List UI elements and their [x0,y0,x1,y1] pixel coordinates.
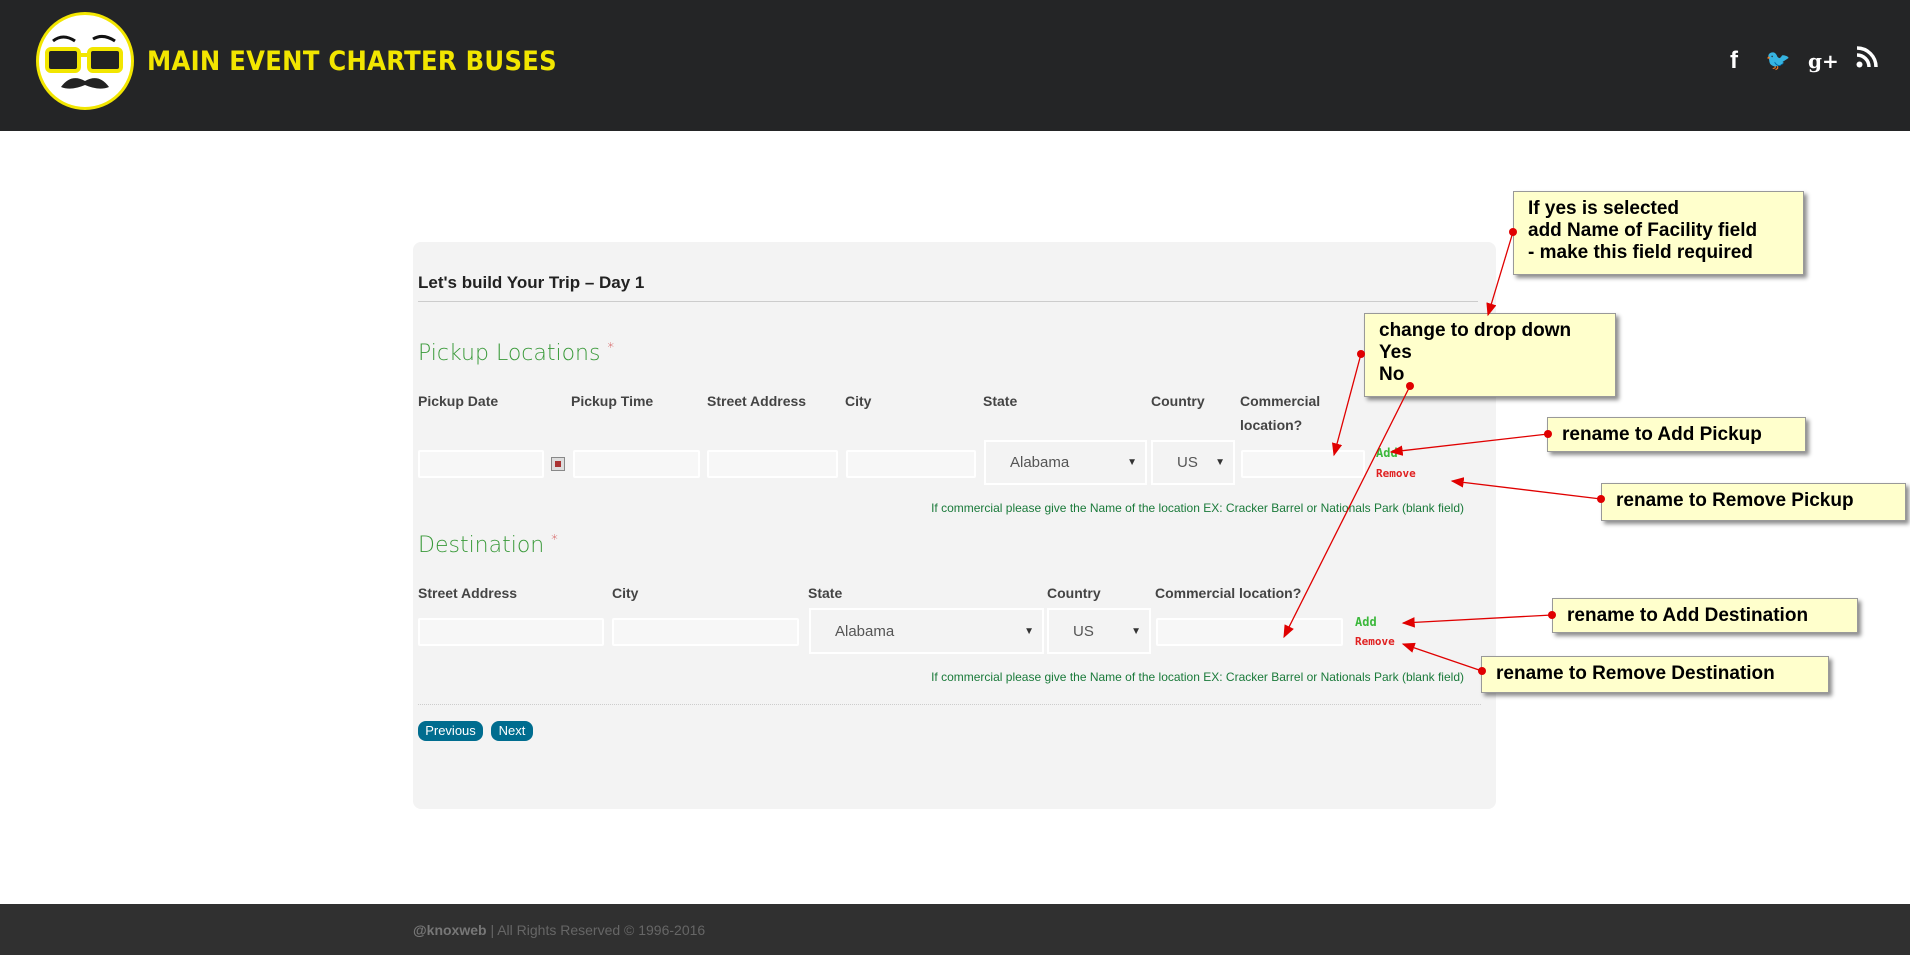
dest-country-select[interactable]: US ▼ [1047,608,1151,654]
chevron-down-icon: ▼ [1127,457,1137,468]
label-dest-city: City [612,585,639,601]
previous-button[interactable]: Previous [418,721,483,741]
calendar-icon[interactable] [551,457,565,471]
annotation-line: No [1379,364,1405,385]
pickup-country-select[interactable]: US ▼ [1151,440,1235,485]
pickup-time-input[interactable] [573,450,700,478]
remove-destination-link[interactable]: Remove [1355,635,1395,648]
chevron-down-icon: ▼ [1131,625,1141,637]
footer-brand-link[interactable]: @knoxweb [413,922,487,938]
pickup-city-input[interactable] [846,450,976,478]
annotation-line: add Name of Facility field [1528,220,1758,241]
facebook-icon[interactable]: f [1719,46,1749,76]
dest-street-input[interactable] [418,618,604,646]
annotation-line: - make this field required [1528,242,1753,263]
remove-pickup-link[interactable]: Remove [1376,467,1416,480]
dest-commercial-hint: If commercial please give the Name of th… [931,670,1464,684]
label-city: City [845,393,872,409]
pickup-country-value: US [1177,454,1198,471]
form-title: Let's build Your Trip – Day 1 [418,273,645,292]
annotation-dropdown: change to drop down Yes No [1364,313,1616,397]
add-pickup-link[interactable]: Add [1376,446,1398,460]
footer-copyright: @knoxweb | All Rights Reserved © 1996-20… [413,922,705,938]
pickup-commercial-hint: If commercial please give the Name of th… [931,501,1464,515]
annotation-add-destination: rename to Add Destination [1552,598,1858,633]
rss-icon[interactable] [1852,46,1882,76]
annotation-remove-destination: rename to Remove Destination [1481,656,1829,693]
site-title[interactable]: MAIN EVENT CHARTER BUSES [147,46,557,77]
label-dest-commercial: Commercial location? [1155,585,1302,601]
trip-form-panel [413,242,1496,809]
site-header: MAIN EVENT CHARTER BUSES f 🐦 g+ [0,0,1910,131]
label-street: Street Address [707,393,807,409]
label-pickup-date: Pickup Date [418,393,499,409]
chevron-down-icon: ▼ [1215,457,1225,468]
twitter-icon[interactable]: 🐦 [1763,46,1793,76]
required-marker: * [551,533,558,548]
pickup-state-value: Alabama [1010,454,1070,471]
pickup-state-select[interactable]: Alabama ▼ [984,440,1147,485]
dest-state-select[interactable]: Alabama ▼ [809,608,1044,654]
dest-country-value: US [1073,622,1094,640]
label-country: Country [1151,393,1205,409]
destination-heading: Destination * [418,533,558,558]
label-commercial: Commercial location? [1240,389,1320,437]
pickup-heading-text: Pickup Locations [418,341,601,366]
divider [418,704,1481,705]
annotation-line: Yes [1379,342,1412,363]
annotation-line: If yes is selected [1528,198,1680,219]
annotation-add-pickup: rename to Add Pickup [1547,417,1806,452]
pickup-heading: Pickup Locations * [418,341,614,366]
next-button[interactable]: Next [491,721,533,741]
site-footer [0,904,1910,955]
annotation-facility: If yes is selected add Name of Facility … [1513,191,1804,275]
logo[interactable] [36,12,134,110]
pickup-date-input[interactable] [418,450,544,478]
destination-heading-text: Destination [418,533,545,558]
pickup-street-input[interactable] [707,450,838,478]
label-dest-country: Country [1047,585,1101,601]
label-dest-state: State [808,585,843,601]
add-destination-link[interactable]: Add [1355,615,1377,629]
label-commercial-line1: Commercial [1240,393,1321,409]
dest-commercial-input[interactable] [1156,618,1343,646]
footer-rights: | All Rights Reserved © 1996-2016 [486,922,706,938]
dest-city-input[interactable] [612,618,799,646]
divider [418,301,1478,302]
label-pickup-time: Pickup Time [571,393,654,409]
annotation-remove-pickup: rename to Remove Pickup [1601,483,1906,521]
label-commercial-line2: location? [1240,417,1303,433]
label-state: State [983,393,1018,409]
required-marker: * [607,341,614,356]
chevron-down-icon: ▼ [1024,625,1034,637]
pickup-commercial-input[interactable] [1241,450,1365,478]
annotation-line: change to drop down [1379,320,1572,341]
google-plus-icon[interactable]: g+ [1808,46,1839,76]
label-dest-street: Street Address [418,585,518,601]
dest-state-value: Alabama [835,622,895,640]
